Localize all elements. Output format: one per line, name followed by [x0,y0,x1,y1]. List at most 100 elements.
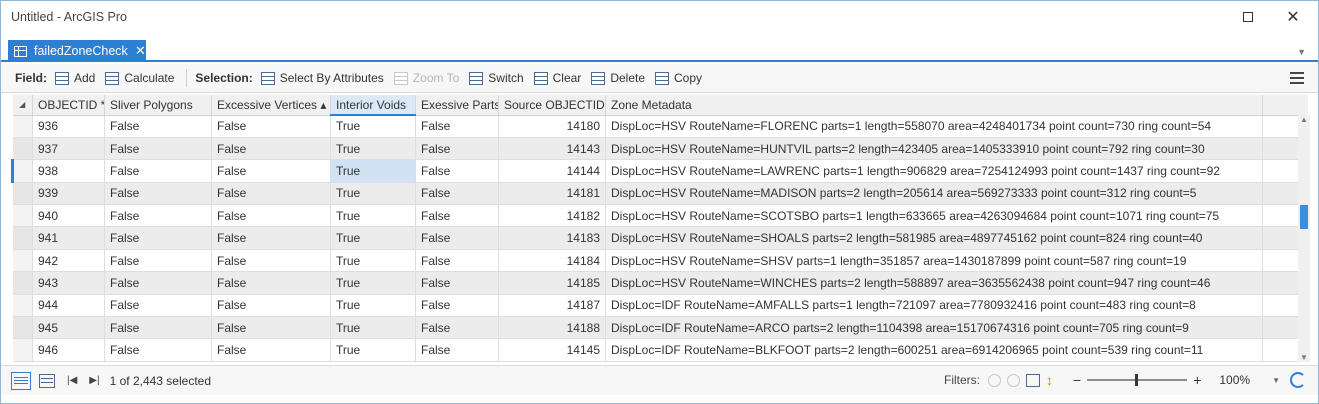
exessive-parts-cell[interactable]: False [415,338,499,362]
sliver-polygons-cell[interactable]: False [104,226,212,250]
row-selector[interactable] [12,338,33,362]
exessive-parts-cell[interactable]: False [415,204,499,228]
zoom-in-icon[interactable]: + [1193,372,1201,388]
objectid-cell[interactable]: 946 [32,338,105,362]
excessive-vertices-cell[interactable]: False [211,294,331,318]
interior-voids-cell[interactable]: True [330,338,416,362]
zone-metadata-cell[interactable]: DispLoc=IDF RouteName=BLKFOOT parts=2 le… [605,338,1263,362]
column-header-source-objectid[interactable]: Source OBJECTID [498,95,606,116]
add-field-button[interactable]: Add [55,71,95,85]
zoom-out-icon[interactable]: − [1073,372,1081,388]
select-all-corner[interactable]: ◢ [12,95,33,116]
source-objectid-cell[interactable]: 14185 [498,271,606,295]
row-selector[interactable] [12,226,33,250]
source-objectid-cell[interactable]: 14145 [498,338,606,362]
interior-voids-cell[interactable]: True [330,115,416,138]
objectid-cell[interactable]: 936 [32,115,105,138]
sliver-polygons-cell[interactable]: False [104,294,212,318]
excessive-vertices-cell[interactable]: False [211,271,331,295]
row-selector[interactable] [12,316,33,340]
zone-metadata-cell[interactable]: DispLoc=HSV RouteName=LAWRENC parts=1 le… [605,159,1263,183]
table-row[interactable]: 936 False False True False 14180 DispLoc=HSV R… [12,115,1308,138]
zone-metadata-cell[interactable]: DispLoc=IDF RouteName=ARCO parts=2 lengt… [605,316,1263,340]
sliver-polygons-cell[interactable]: False [104,316,212,340]
source-objectid-cell[interactable]: 14182 [498,204,606,228]
zone-metadata-cell[interactable]: DispLoc=IDF RouteName=AMFALLS parts=1 le… [605,294,1263,318]
close-window-button[interactable]: ✕ [1271,5,1315,29]
table-row[interactable]: 939 False False True False 14181 DispLoc=HSV R… [12,182,1308,206]
vertical-scrollbar[interactable]: ▲ ▼ [1298,115,1310,362]
objectid-cell[interactable]: 939 [32,182,105,206]
objectid-cell[interactable]: 942 [32,249,105,273]
interior-voids-cell[interactable]: True [330,182,416,206]
show-all-records-icon[interactable] [11,371,31,390]
table-row[interactable]: 938 False False True False 14144 DispLoc=HSV R… [11,159,1308,183]
filter-time-icon[interactable] [1007,373,1020,387]
sliver-polygons-cell[interactable]: False [104,182,212,206]
interior-voids-cell[interactable]: True [330,137,416,161]
filter-table-icon[interactable] [1026,373,1040,387]
sliver-polygons-cell[interactable]: False [104,137,212,161]
row-selector[interactable] [12,115,33,138]
interior-voids-cell[interactable]: True [330,249,416,273]
column-header-objectid[interactable]: OBJECTID * [32,95,105,116]
interior-voids-cell[interactable]: True [330,204,416,228]
exessive-parts-cell[interactable]: False [415,249,499,273]
row-selector[interactable] [12,294,33,318]
filter-extent-icon[interactable] [988,373,1001,387]
interior-voids-cell[interactable]: True [330,271,416,295]
switch-selection-button[interactable]: Switch [469,71,524,85]
source-objectid-cell[interactable]: 14143 [498,137,606,161]
sliver-polygons-cell[interactable]: False [104,249,212,273]
select-by-attributes-button[interactable]: Select By Attributes [260,71,384,85]
table-row[interactable]: 940 False False True False 14182 DispLoc=HSV R… [12,204,1308,228]
row-selector[interactable] [11,159,33,183]
column-header-excessive-vertices[interactable]: Excessive Vertices ▴ [211,95,331,116]
excessive-vertices-cell[interactable]: False [211,182,331,206]
row-selector[interactable] [12,249,33,273]
table-row[interactable]: 937 False False True False 14143 DispLoc=HSV R… [12,137,1308,161]
zoom-dropdown-icon[interactable]: ▼ [1272,376,1280,385]
zone-metadata-cell[interactable]: DispLoc=HSV RouteName=WINCHES parts=2 le… [605,271,1263,295]
column-header-sliver-polygons[interactable]: Sliver Polygons [104,95,212,116]
table-row[interactable]: 946 False False True False 14145 DispLoc=IDF R… [12,338,1308,362]
interior-voids-cell[interactable]: True [330,294,416,318]
source-objectid-cell[interactable]: 14188 [498,316,606,340]
delete-selection-button[interactable]: Delete [591,71,645,85]
source-objectid-cell[interactable]: 14187 [498,294,606,318]
excessive-vertices-cell[interactable]: False [211,159,331,183]
zone-metadata-cell[interactable]: DispLoc=HSV RouteName=SHOALS parts=2 len… [605,226,1263,250]
interior-voids-cell[interactable]: True [330,316,416,340]
source-objectid-cell[interactable]: 14181 [498,182,606,206]
exessive-parts-cell[interactable]: False [415,115,499,138]
column-header-exessive-parts[interactable]: Exessive Parts [415,95,499,116]
row-selector[interactable] [12,137,33,161]
source-objectid-cell[interactable]: 14180 [498,115,606,138]
exessive-parts-cell[interactable]: False [415,316,499,340]
source-objectid-cell[interactable]: 14183 [498,226,606,250]
zoom-slider-knob[interactable] [1135,374,1139,386]
scroll-down-icon[interactable]: ▼ [1300,353,1308,362]
objectid-cell[interactable]: 940 [32,204,105,228]
exessive-parts-cell[interactable]: False [415,271,499,295]
show-selected-records-icon[interactable] [39,373,55,388]
objectid-cell[interactable]: 944 [32,294,105,318]
sliver-polygons-cell[interactable]: False [104,338,212,362]
zone-metadata-cell[interactable]: DispLoc=HSV RouteName=HUNTVIL parts=2 le… [605,137,1263,161]
source-objectid-cell[interactable]: 14144 [498,159,606,183]
tab-failed-zone-check[interactable]: failedZoneCheck ✕ [8,40,146,62]
objectid-cell[interactable]: 941 [32,226,105,250]
objectid-cell[interactable]: 943 [32,271,105,295]
tab-close-icon[interactable]: ✕ [135,43,146,59]
table-options-menu-icon[interactable] [1290,72,1304,84]
objectid-cell[interactable]: 938 [32,159,105,183]
sliver-polygons-cell[interactable]: False [104,115,212,138]
exessive-parts-cell[interactable]: False [415,159,499,183]
exessive-parts-cell[interactable]: False [415,294,499,318]
zoom-slider[interactable] [1087,374,1188,386]
table-row[interactable]: 943 False False True False 14185 DispLoc=HSV R… [12,271,1308,295]
row-selector[interactable] [12,204,33,228]
row-selector[interactable] [12,182,33,206]
scrollbar-thumb[interactable] [1300,205,1308,229]
exessive-parts-cell[interactable]: False [415,226,499,250]
